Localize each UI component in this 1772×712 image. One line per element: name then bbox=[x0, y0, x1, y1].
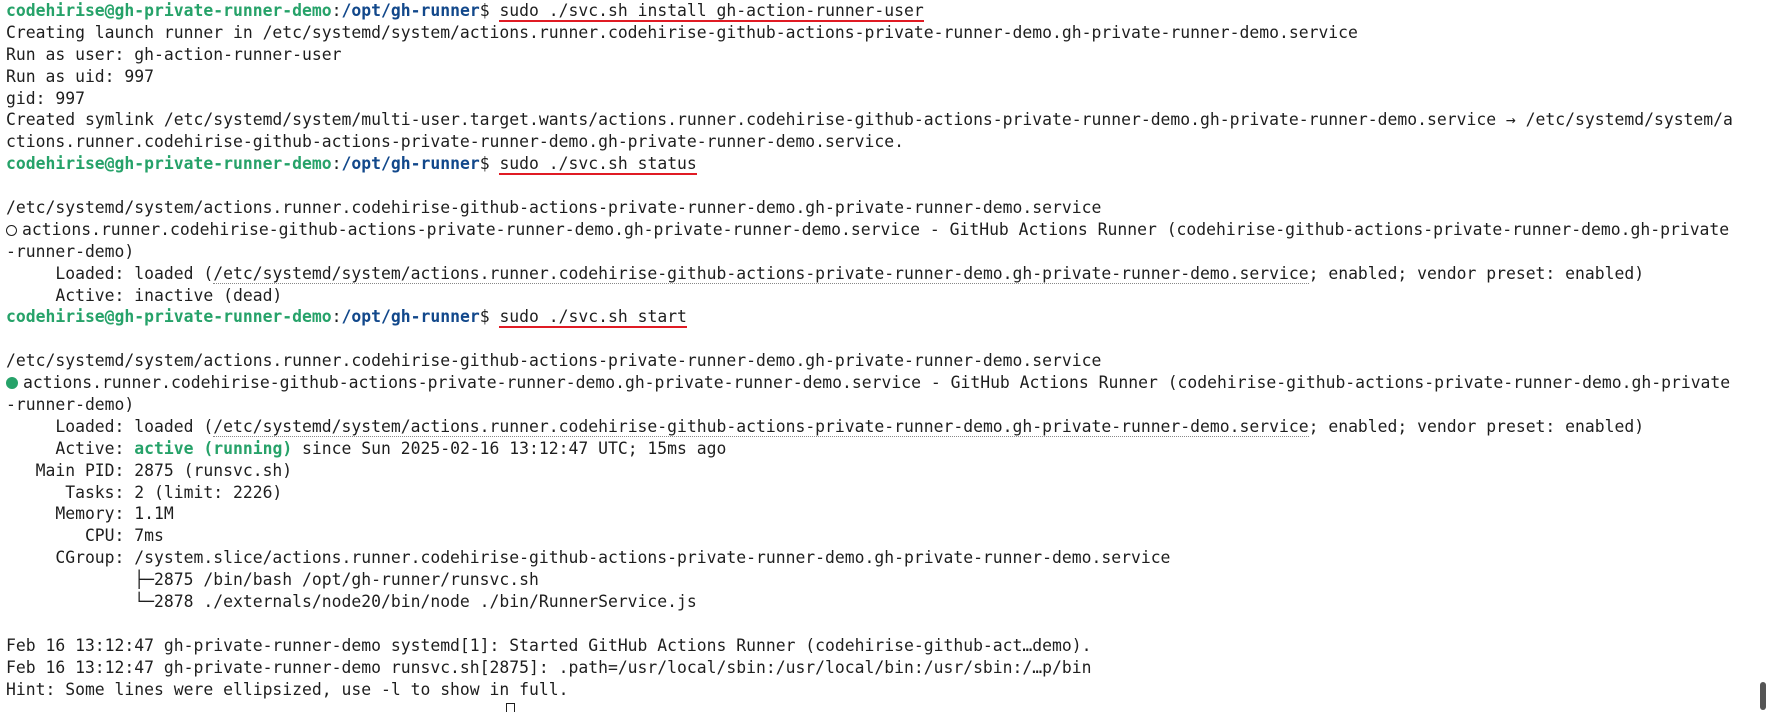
loaded-line: Loaded: loaded (/etc/systemd/system/acti… bbox=[6, 263, 1772, 285]
cpu-line: CPU: 7ms bbox=[6, 526, 164, 546]
main-pid-line: Main PID: 2875 (runsvc.sh) bbox=[6, 460, 293, 480]
scrollbar-thumb[interactable] bbox=[1760, 682, 1766, 710]
unit-line: actions.runner.codehirise-github-actions… bbox=[6, 372, 1772, 394]
unit-path-line: /etc/systemd/system/actions.runner.codeh… bbox=[6, 351, 1102, 371]
unit-path-line: /etc/systemd/system/actions.runner.codeh… bbox=[6, 198, 1102, 218]
hint-line: Hint: Some lines were ellipsized, use -l… bbox=[6, 679, 569, 699]
active-state: active (running) bbox=[134, 438, 293, 458]
unit-description: actions.runner.codehirise-github-actions… bbox=[22, 219, 1730, 239]
active-label: Active: bbox=[6, 438, 135, 458]
prompt-user-host: codehirise@gh-private-runner-demo bbox=[6, 154, 332, 174]
cgroup-child-line: └─2878 ./externals/node20/bin/node ./bin… bbox=[6, 592, 697, 612]
prompt-dollar: $ bbox=[479, 1, 500, 20]
command-start: sudo ./svc.sh start bbox=[499, 307, 687, 329]
tasks-line: Tasks: 2 (limit: 2226) bbox=[6, 482, 283, 502]
loaded-suffix: ; enabled; vendor preset: enabled) bbox=[1308, 416, 1645, 436]
prompt-path: /opt/gh-runner bbox=[341, 1, 480, 20]
active-line: Active: inactive (dead) bbox=[6, 285, 283, 305]
active-circle-icon bbox=[6, 377, 18, 390]
loaded-path-link[interactable]: /etc/systemd/system/actions.runner.codeh… bbox=[213, 416, 1309, 437]
journal-log-line: Feb 16 13:12:47 gh-private-runner-demo r… bbox=[6, 657, 1092, 677]
prompt-path: /opt/gh-runner bbox=[341, 154, 480, 174]
prompt-line-status: codehirise@gh-private-runner-demo:/opt/g… bbox=[6, 153, 1772, 176]
unit-line: actions.runner.codehirise-github-actions… bbox=[6, 219, 1772, 241]
output-line: Run as user: gh-action-runner-user bbox=[6, 44, 342, 64]
unit-description: actions.runner.codehirise-github-actions… bbox=[23, 373, 1731, 393]
unit-line-continued: -runner-demo) bbox=[6, 395, 135, 415]
loaded-suffix: ; enabled; vendor preset: enabled) bbox=[1308, 263, 1645, 283]
output-line: ctions.runner.codehirise-github-actions-… bbox=[6, 132, 904, 152]
text-cursor bbox=[506, 702, 515, 712]
memory-line: Memory: 1.1M bbox=[6, 504, 174, 524]
prompt-colon: : bbox=[331, 154, 342, 174]
prompt-colon: : bbox=[331, 307, 342, 327]
terminal-window[interactable]: codehirise@gh-private-runner-demo:/opt/g… bbox=[0, 0, 1772, 712]
output-line: Run as uid: 997 bbox=[6, 66, 155, 86]
prompt-user-host: codehirise@gh-private-runner-demo bbox=[6, 1, 332, 20]
command-install: sudo ./svc.sh install gh-action-runner-u… bbox=[499, 1, 924, 22]
loaded-line: Loaded: loaded (/etc/systemd/system/acti… bbox=[6, 416, 1772, 438]
inactive-circle-icon bbox=[6, 224, 17, 236]
output-line: gid: 997 bbox=[6, 88, 85, 108]
loaded-path-link[interactable]: /etc/systemd/system/actions.runner.codeh… bbox=[213, 263, 1309, 284]
prompt-line-install: codehirise@gh-private-runner-demo:/opt/g… bbox=[6, 0, 1772, 22]
prompt-dollar: $ bbox=[479, 307, 500, 327]
cgroup-child-line: ├─2875 /bin/bash /opt/gh-runner/runsvc.s… bbox=[6, 570, 539, 590]
loaded-label: Loaded: loaded ( bbox=[6, 263, 214, 283]
prompt-dollar: $ bbox=[479, 154, 500, 174]
command-status: sudo ./svc.sh status bbox=[499, 154, 697, 176]
cgroup-line: CGroup: /system.slice/actions.runner.cod… bbox=[6, 548, 1171, 568]
unit-line-continued: -runner-demo) bbox=[6, 241, 135, 261]
prompt-line-start: codehirise@gh-private-runner-demo:/opt/g… bbox=[6, 306, 1772, 329]
prompt-colon: : bbox=[331, 1, 342, 20]
active-line: Active: active (running) since Sun 2025-… bbox=[6, 438, 1772, 460]
prompt-path: /opt/gh-runner bbox=[341, 307, 480, 327]
output-line: Created symlink /etc/systemd/system/mult… bbox=[6, 110, 1733, 130]
output-line: Creating launch runner in /etc/systemd/s… bbox=[6, 22, 1358, 42]
active-since: since Sun 2025-02-16 13:12:47 UTC; 15ms … bbox=[292, 438, 727, 458]
journal-log-line: Feb 16 13:12:47 gh-private-runner-demo s… bbox=[6, 635, 1092, 655]
loaded-label: Loaded: loaded ( bbox=[6, 416, 214, 436]
cursor-line[interactable] bbox=[6, 701, 1772, 712]
prompt-user-host: codehirise@gh-private-runner-demo bbox=[6, 307, 332, 327]
